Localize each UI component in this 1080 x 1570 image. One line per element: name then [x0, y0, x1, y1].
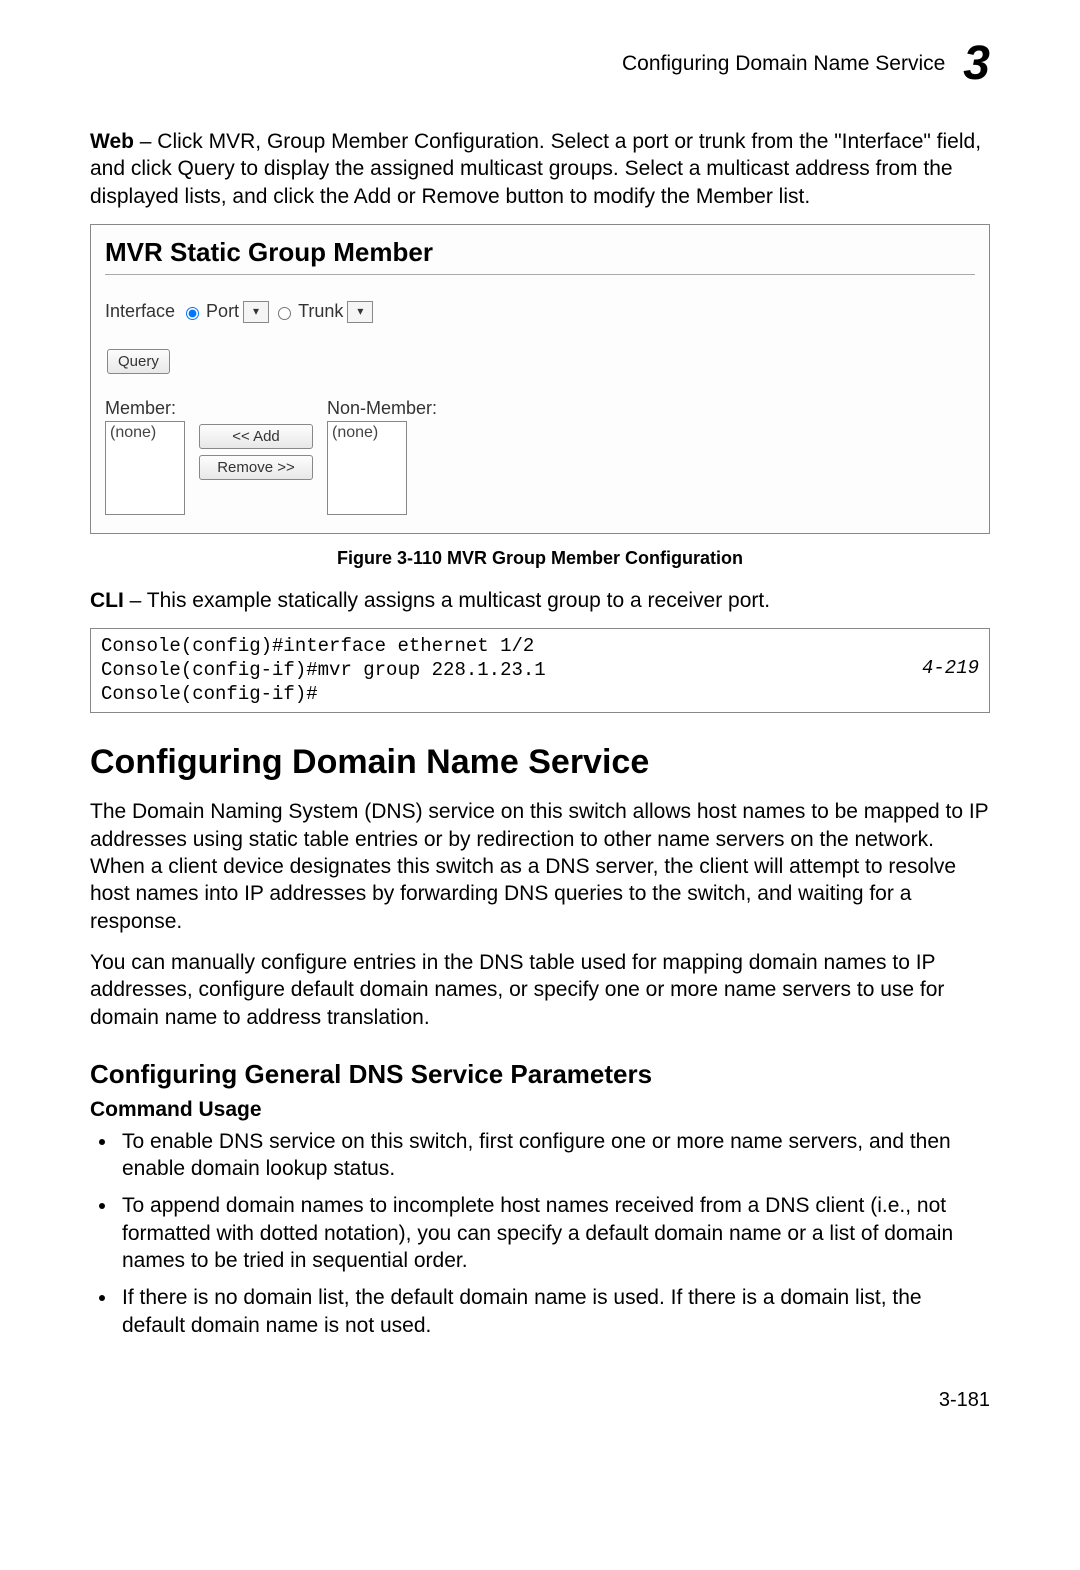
nonmember-column: Non-Member: (none) [327, 398, 437, 515]
web-prefix: Web [90, 130, 134, 153]
member-label: Member: [105, 398, 185, 419]
member-column: Member: (none) [105, 398, 185, 515]
trunk-radio[interactable] [278, 307, 291, 320]
nonmember-value: (none) [332, 424, 378, 441]
mvr-static-group-member-panel: MVR Static Group Member Interface Port ▾… [90, 224, 990, 534]
page-number: 3-181 [90, 1389, 990, 1412]
page-header: Configuring Domain Name Service 3 [90, 40, 990, 88]
panel-title: MVR Static Group Member [105, 237, 975, 268]
list-item: If there is no domain list, the default … [118, 1284, 990, 1339]
cli-example: Console(config)#interface ethernet 1/2 C… [90, 628, 990, 713]
port-radio[interactable] [186, 307, 199, 320]
cli-line-2: Console(config-if)#mvr group 228.1.23.1 [101, 659, 979, 683]
section-heading: Configuring Domain Name Service [90, 743, 990, 782]
cli-page-ref: 4-219 [922, 657, 979, 681]
subsection-heading: Configuring General DNS Service Paramete… [90, 1059, 990, 1090]
query-button[interactable]: Query [107, 349, 170, 374]
member-listbox[interactable]: (none) [105, 421, 185, 515]
trunk-select[interactable]: ▾ [347, 301, 373, 323]
member-lists: Member: (none) << Add Remove >> Non-Memb… [105, 398, 975, 515]
chapter-number: 3 [963, 40, 990, 88]
interface-row: Interface Port ▾ Trunk ▾ [105, 301, 975, 323]
port-label: Port [206, 301, 239, 322]
cli-instructions: CLI – This example statically assigns a … [90, 587, 990, 614]
command-usage-heading: Command Usage [90, 1098, 990, 1122]
panel-divider [105, 274, 975, 275]
web-instructions: Web – Click MVR, Group Member Configurat… [90, 128, 990, 210]
section-p2: You can manually configure entries in th… [90, 949, 990, 1031]
interface-label: Interface [105, 301, 175, 322]
nonmember-label: Non-Member: [327, 398, 437, 419]
add-remove-buttons: << Add Remove >> [199, 424, 313, 480]
cli-line-1: Console(config)#interface ethernet 1/2 [101, 635, 979, 659]
trunk-label: Trunk [298, 301, 343, 322]
nonmember-listbox[interactable]: (none) [327, 421, 407, 515]
member-value: (none) [110, 424, 156, 441]
section-p1: The Domain Naming System (DNS) service o… [90, 798, 990, 934]
web-text: – Click MVR, Group Member Configuration.… [90, 130, 981, 208]
port-select[interactable]: ▾ [243, 301, 269, 323]
list-item: To enable DNS service on this switch, fi… [118, 1128, 990, 1183]
command-usage-list: To enable DNS service on this switch, fi… [90, 1128, 990, 1339]
add-button[interactable]: << Add [199, 424, 313, 449]
cli-line-3: Console(config-if)# [101, 683, 979, 707]
list-item: To append domain names to incomplete hos… [118, 1192, 990, 1274]
cli-text: – This example statically assigns a mult… [124, 589, 770, 612]
cli-prefix: CLI [90, 589, 124, 612]
running-header-title: Configuring Domain Name Service [622, 52, 945, 76]
remove-button[interactable]: Remove >> [199, 455, 313, 480]
figure-caption: Figure 3-110 MVR Group Member Configurat… [90, 548, 990, 569]
